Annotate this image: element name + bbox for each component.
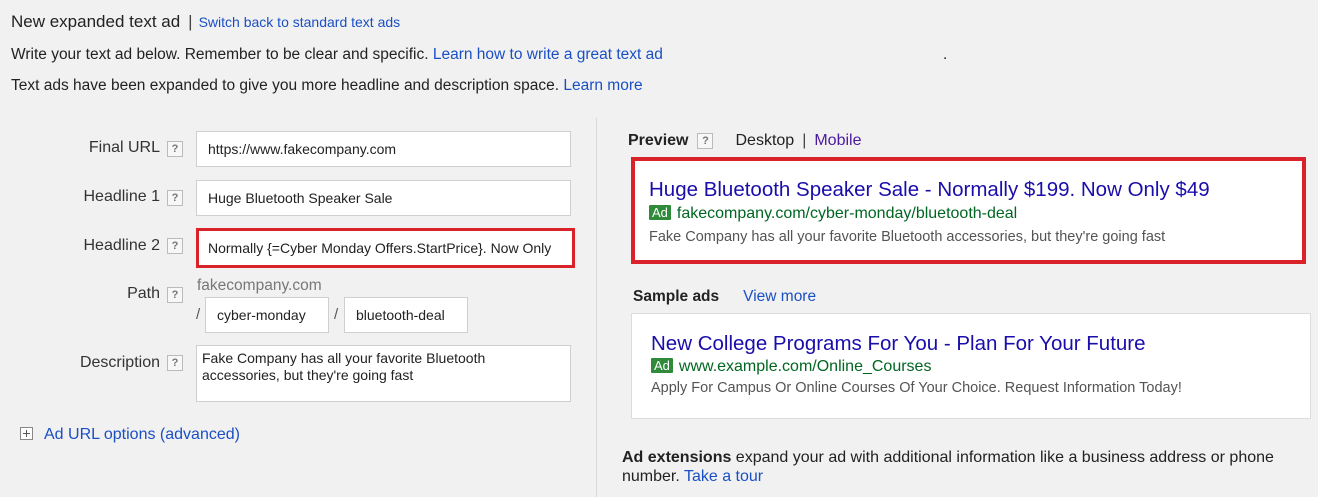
column-divider <box>596 118 597 497</box>
ad-url-options-link[interactable]: Ad URL options (advanced) <box>44 426 240 443</box>
final-url-label: Final URL <box>88 139 160 156</box>
expand-plus-icon[interactable] <box>20 427 33 440</box>
sample-ads-header: Sample ads View more <box>633 288 816 306</box>
path-slash-2: / <box>334 306 339 323</box>
path-1-input[interactable]: cyber-monday <box>205 297 329 333</box>
tab-mobile[interactable]: Mobile <box>814 132 861 149</box>
sample-ad-card: New College Programs For You - Plan For … <box>631 313 1311 419</box>
view-more-link[interactable]: View more <box>743 288 816 305</box>
intro-line-2-text: Text ads have been expanded to give you … <box>11 77 560 94</box>
headline-1-label: Headline 1 <box>83 188 161 205</box>
sample-ad-url: Ad www.example.com/Online_Courses <box>651 358 931 376</box>
path-domain: fakecompany.com <box>197 277 322 294</box>
headline-2-label: Headline 2 <box>83 237 161 254</box>
intro-line-1: Write your text ad below. Remember to be… <box>11 46 947 64</box>
preview-title: Preview <box>628 132 689 149</box>
sample-ad-description: Apply For Campus Or Online Courses Of Yo… <box>651 380 1182 396</box>
intro-line-2: Text ads have been expanded to give you … <box>11 77 643 95</box>
ad-extensions-info: Ad extensions expand your ad with additi… <box>622 448 1292 486</box>
headline-2-input[interactable]: Normally {=Cyber Monday Offers.StartPric… <box>196 228 575 268</box>
preview-header: Preview? Desktop | Mobile <box>628 132 861 150</box>
title-separator: | <box>188 12 193 31</box>
description-help-icon[interactable]: ? <box>167 355 183 371</box>
final-url-input[interactable]: https://www.fakecompany.com <box>196 131 571 167</box>
sample-ad-headline[interactable]: New College Programs For You - Plan For … <box>651 332 1146 356</box>
page-title-row: New expanded text ad | Switch back to stan… <box>11 12 400 32</box>
headline-1-input[interactable]: Huge Bluetooth Speaker Sale <box>196 180 571 216</box>
learn-great-ad-link[interactable]: Learn how to write a great text ad <box>433 46 663 63</box>
headline-1-help-icon[interactable]: ? <box>167 190 183 206</box>
preview-separator: | <box>802 132 807 149</box>
preview-ad-url: Ad fakecompany.com/cyber-monday/bluetooth… <box>649 205 1017 223</box>
intro-trailing-dot: . <box>943 46 948 63</box>
preview-ad-headline[interactable]: Huge Bluetooth Speaker Sale - Normally $… <box>649 178 1210 202</box>
preview-ad-badge: Ad <box>649 205 671 220</box>
learn-more-link[interactable]: Learn more <box>563 77 642 94</box>
path-2-input[interactable]: bluetooth-deal <box>344 297 468 333</box>
path-help-icon[interactable]: ? <box>167 287 183 303</box>
preview-ad-card: Huge Bluetooth Speaker Sale - Normally $… <box>631 157 1306 264</box>
tab-desktop[interactable]: Desktop <box>735 132 794 149</box>
switch-to-standard-link[interactable]: Switch back to standard text ads <box>199 14 401 30</box>
preview-ad-description: Fake Company has all your favorite Bluet… <box>649 229 1166 245</box>
path-label: Path <box>127 285 160 302</box>
ad-extensions-bold: Ad extensions <box>622 449 732 466</box>
final-url-help-icon[interactable]: ? <box>167 141 183 157</box>
path-slash-1: / <box>196 306 201 323</box>
preview-help-icon[interactable]: ? <box>697 133 714 149</box>
intro-line-1-text: Write your text ad below. Remember to be… <box>11 46 429 63</box>
headline-2-help-icon[interactable]: ? <box>167 238 183 254</box>
description-label: Description <box>79 354 160 371</box>
take-a-tour-link[interactable]: Take a tour <box>684 468 763 485</box>
sample-ad-url-text: www.example.com/Online_Courses <box>678 358 932 375</box>
description-textarea[interactable]: Fake Company has all your favorite Bluet… <box>196 345 571 402</box>
page-title: New expanded text ad <box>11 12 181 31</box>
sample-ads-title: Sample ads <box>633 288 720 305</box>
sample-ad-badge: Ad <box>651 358 673 373</box>
preview-ad-url-text: fakecompany.com/cyber-monday/bluetooth-d… <box>676 205 1018 222</box>
ad-url-options-toggle[interactable]: Ad URL options (advanced) <box>20 426 240 444</box>
